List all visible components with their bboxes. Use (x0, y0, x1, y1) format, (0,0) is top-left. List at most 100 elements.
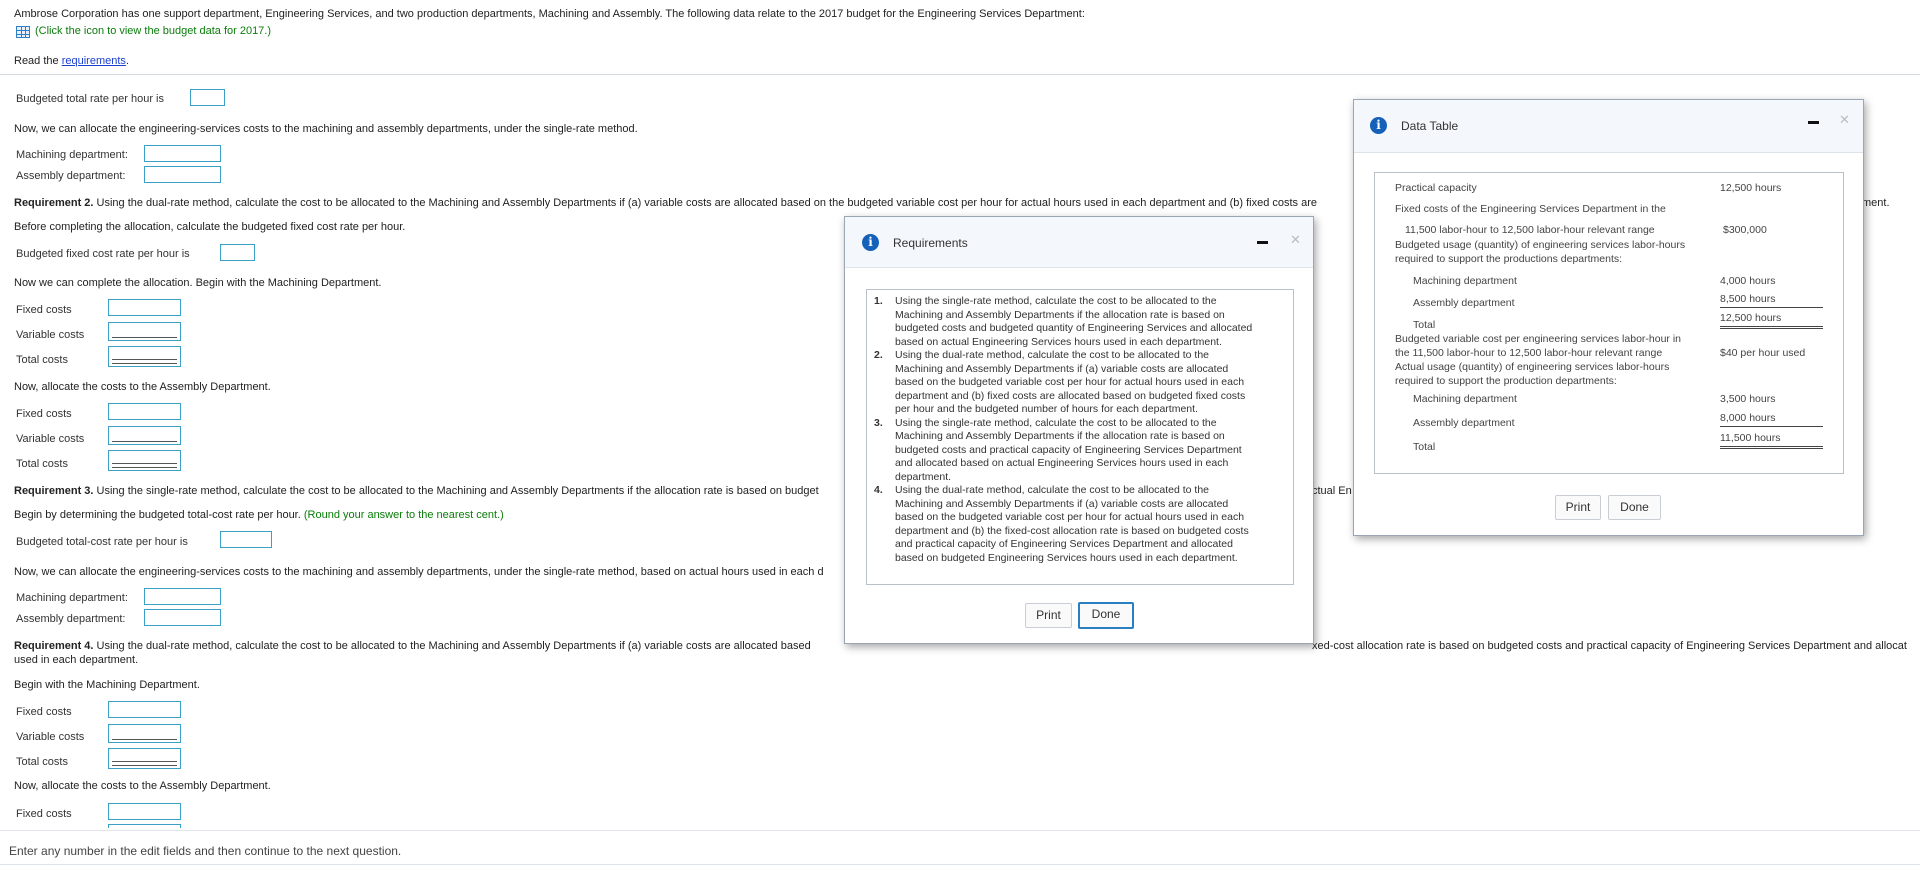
requirement-4-line2: used in each department. (14, 654, 139, 666)
fixed-costs-label-1: Fixed costs of the Engineering Services … (1395, 203, 1666, 215)
budgeted-usage-label-2: required to support the productions depa… (1395, 253, 1623, 265)
single-rate-actual-text: Now, we can allocate the engineering-ser… (14, 566, 824, 578)
requirement-item: 3. Using the single-rate method, calculat… (874, 417, 1284, 485)
requirements-list: 1. Using the single-rate method, calculat… (874, 295, 1284, 580)
requirement-3-label: Requirement 3. (14, 485, 94, 497)
actual-usage-label-1: Actual usage (quantity) of engineering s… (1395, 361, 1670, 373)
requirement-item: 1. Using the single-rate method, calculat… (874, 295, 1284, 349)
data-table-dialog: i Data Table ✕ Practical capacity 12,500… (1353, 99, 1864, 536)
requirement-text-line: per hour and the budgeted number of hour… (895, 403, 1198, 415)
assembly-input-1[interactable] (144, 166, 221, 183)
data-table-icon[interactable] (16, 26, 30, 38)
requirement-text-line: department and (b) the fixed-cost alloca… (895, 524, 1249, 537)
budget-total-label: Total (1413, 319, 1436, 331)
info-icon: i (862, 234, 879, 251)
fixed-costs-value: $300,000 (1723, 224, 1767, 236)
data-table-done-button[interactable]: Done (1608, 495, 1661, 520)
requirements-list-box: 1. Using the single-rate method, calculat… (866, 289, 1294, 585)
requirement-text-line: department and (b) fixed costs are alloc… (895, 389, 1246, 402)
fixed-costs-label-2: 11,500 labor-hour to 12,500 labor-hour r… (1405, 224, 1655, 236)
data-table-box: Practical capacity 12,500 hours Fixed co… (1374, 172, 1844, 474)
budget-machining-value: 4,000 hours (1720, 275, 1776, 287)
r4-asm-variable-input-partial[interactable] (108, 824, 181, 828)
variable-cost-label-1: Budgeted variable cost per engineering s… (1395, 333, 1682, 345)
begin-total-rate-text: Begin by determining the budgeted total-… (14, 509, 504, 521)
fixed-rate-input[interactable] (220, 244, 255, 261)
close-icon[interactable]: ✕ (1290, 232, 1301, 248)
r2-asm-total-label: Total costs (16, 458, 68, 470)
read-the-label: Read the (14, 55, 59, 67)
r2-mach-fixed-label: Fixed costs (16, 304, 72, 316)
r2-mach-variable-label: Variable costs (16, 329, 85, 341)
r2-asm-variable-input[interactable] (108, 426, 181, 445)
r4-mach-fixed-input[interactable] (108, 701, 181, 718)
actual-assembly-value: 8,000 hours (1720, 412, 1823, 427)
requirement-text-line: budgeted costs and practical capacity of… (895, 443, 1242, 456)
requirement-text-line: Machining and Assembly Departments if (a… (895, 362, 1229, 375)
machining-input-1[interactable] (144, 145, 221, 162)
r4-mach-total-input[interactable] (108, 748, 181, 769)
machining-label-1: Machining department: (16, 149, 128, 161)
requirement-item: 2. Using the dual-rate method, calculate … (874, 349, 1284, 417)
r2-asm-fixed-input[interactable] (108, 403, 181, 420)
requirement-2-text: Requirement 2. Using the dual-rate metho… (14, 197, 1317, 209)
requirement-4-label: Requirement 4. (14, 640, 94, 652)
requirement-text-line: and practical capacity of Engineering Se… (895, 538, 1233, 550)
data-table-print-button[interactable]: Print (1555, 495, 1601, 520)
period: . (125, 55, 129, 67)
requirement-text-line: based on the budgeted variable cost per … (895, 376, 1245, 388)
practical-capacity-label: Practical capacity (1395, 182, 1477, 194)
requirement-3-tail: ctual En (1312, 485, 1352, 497)
r2-mach-total-input[interactable] (108, 346, 181, 367)
requirements-link[interactable]: requirements (62, 55, 126, 67)
r2-mach-fixed-input[interactable] (108, 299, 181, 316)
requirement-item: 4. Using the dual-rate method, calculate … (874, 484, 1284, 565)
total-cost-rate-label: Budgeted total-cost rate per hour is (16, 536, 188, 548)
budgeted-usage-label-1: Budgeted usage (quantity) of engineering… (1395, 239, 1686, 251)
r4-asm-fixed-input[interactable] (108, 803, 181, 820)
variable-cost-value: $40 per hour used (1720, 347, 1806, 359)
r4-mach-variable-input[interactable] (108, 724, 181, 743)
requirement-text-line: based on the budgeted variable cost per … (895, 511, 1245, 523)
requirement-2-body: Using the dual-rate method, calculate th… (93, 197, 1318, 209)
r4-mach-total-label: Total costs (16, 756, 68, 768)
requirements-dialog-title: Requirements (893, 236, 968, 250)
budget-total-value: 12,500 hours (1720, 312, 1823, 329)
footer-bottom-line (0, 864, 1920, 865)
fixed-rate-label: Budgeted fixed cost rate per hour is (16, 248, 190, 260)
r4-mach-fixed-label: Fixed costs (16, 706, 72, 718)
total-cost-rate-input[interactable] (220, 531, 272, 548)
before-allocation-text: Before completing the allocation, calcul… (14, 221, 406, 233)
r2-mach-total-label: Total costs (16, 354, 68, 366)
minimize-icon[interactable] (1808, 121, 1819, 124)
requirement-text-line: based on actual Engineering Services hou… (895, 335, 1222, 348)
info-icon: i (1370, 117, 1387, 134)
budgeted-total-rate-label: Budgeted total rate per hour is (16, 93, 164, 105)
requirement-3-body: Using the single-rate method, calculate … (93, 485, 819, 497)
budgeted-total-rate-input[interactable] (190, 89, 225, 106)
requirement-text-line: Using the dual-rate method, calculate th… (895, 484, 1210, 496)
minimize-icon[interactable] (1257, 241, 1268, 244)
begin-total-rate-label: Begin by determining the budgeted total-… (14, 509, 301, 521)
machining-label-3: Machining department: (16, 592, 128, 604)
requirement-text-line: based on budgeted Engineering Services h… (895, 551, 1238, 564)
r2-asm-total-input[interactable] (108, 450, 181, 471)
requirement-3-text: Requirement 3. Using the single-rate met… (14, 485, 819, 497)
requirement-text-line: Machining and Assembly Departments if th… (895, 308, 1225, 321)
requirement-2-tail: ment. (1862, 197, 1890, 209)
requirement-number: 4. (874, 484, 883, 496)
assembly-label-3: Assembly department: (16, 613, 126, 625)
machining-input-3[interactable] (144, 588, 221, 605)
close-icon[interactable]: ✕ (1839, 112, 1850, 128)
r2-mach-variable-input[interactable] (108, 322, 181, 341)
budget-assembly-value: 8,500 hours (1720, 293, 1823, 308)
click-icon-hint: (Click the icon to view the budget data … (35, 25, 272, 37)
requirement-text-line: Machining and Assembly Departments if th… (895, 430, 1225, 442)
requirements-done-button[interactable]: Done (1078, 602, 1134, 629)
data-table-dialog-header: i Data Table ✕ (1354, 100, 1863, 153)
assembly-input-3[interactable] (144, 609, 221, 626)
requirements-print-button[interactable]: Print (1025, 603, 1072, 628)
begin-machining-text: Begin with the Machining Department. (14, 679, 200, 691)
r4-asm-fixed-label: Fixed costs (16, 808, 72, 820)
actual-total-value: 11,500 hours (1720, 432, 1823, 449)
